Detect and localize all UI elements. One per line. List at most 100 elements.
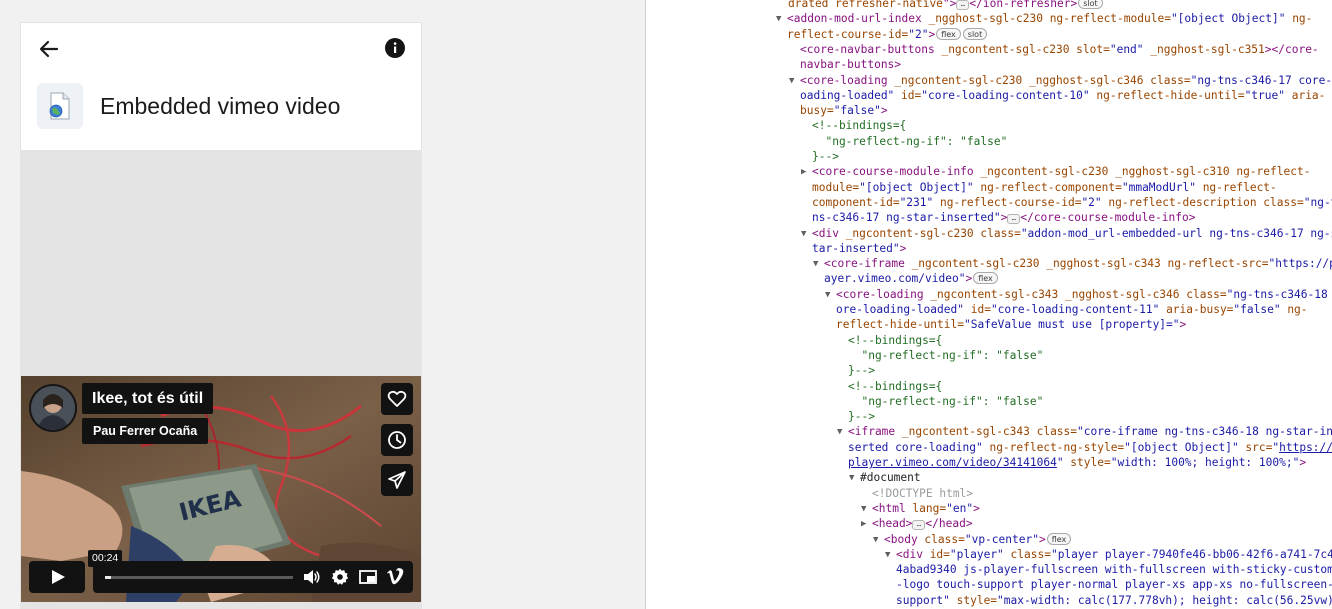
dom-node-line[interactable]: ▼ <html lang="en"> [646, 501, 1332, 516]
collapsed-content-icon[interactable]: … [912, 520, 926, 531]
vimeo-player[interactable]: IKEA Ikee, tot és útil Pau Ferrer Ocaña [21, 376, 421, 602]
share-button[interactable] [381, 464, 413, 496]
dom-token[interactable]: player.vimeo.com/video/34141064 [848, 456, 1057, 469]
expand-triangle-icon[interactable]: ▶ [801, 166, 811, 178]
collapse-triangle-icon[interactable]: ▼ [849, 472, 859, 484]
author-avatar[interactable] [29, 384, 77, 432]
dom-node-line[interactable]: -logo touch-support player-normal player… [646, 577, 1332, 592]
dom-token: aria-busy= [1159, 303, 1234, 316]
dom-node-line[interactable]: reflect-hide-until="SafeValue must use [… [646, 317, 1332, 332]
dom-token: "end" [1109, 42, 1144, 56]
dom-node-line[interactable]: ▼ <body class="vp-center"> flex [646, 532, 1332, 547]
collapse-triangle-icon[interactable]: ▼ [885, 549, 895, 561]
dom-node-line[interactable]: serted core-loading" ng-reflect-ng-style… [646, 440, 1332, 455]
collapse-triangle-icon[interactable]: ▼ [861, 503, 871, 515]
dom-node-line[interactable]: busy="false"> [646, 103, 1332, 118]
dom-node-line[interactable]: }--> [646, 409, 1332, 424]
dom-node-line[interactable]: ▼ <core-loading _ngcontent-sgl-c230 _nggh… [646, 73, 1332, 88]
dom-node-line[interactable]: player.vimeo.com/video/34141064" style="… [646, 455, 1332, 470]
gear-icon[interactable] [331, 568, 349, 586]
dom-node-line[interactable]: ayer.vimeo.com/video"> flex [646, 271, 1332, 286]
dom-node-line[interactable]: "ng-reflect-ng-if": "false" [646, 348, 1332, 363]
dom-token: aria- [1284, 88, 1326, 102]
dom-token: ng-reflect-hide-until= [1089, 88, 1245, 102]
video-title[interactable]: Ikee, tot és útil [82, 383, 214, 414]
dom-node-line[interactable]: <core-navbar-buttons _ngcontent-sgl-c230… [646, 42, 1332, 57]
dom-token: "false" [1233, 303, 1281, 316]
collapse-triangle-icon[interactable]: ▼ [789, 75, 799, 87]
dom-token: lang= [912, 501, 947, 515]
collapse-triangle-icon[interactable]: ▼ [813, 258, 823, 270]
collapse-triangle-icon[interactable]: ▼ [776, 13, 786, 25]
like-button[interactable] [381, 383, 413, 415]
dom-node-line[interactable]: ▼ <addon-mod-url-index _ngghost-sgl-c230 … [646, 11, 1332, 26]
dom-node-line[interactable]: <!--bindings={ [646, 118, 1332, 133]
dom-node-line[interactable]: ▶ <head>… </head> [646, 516, 1332, 531]
slot-badge[interactable]: slot [962, 27, 988, 40]
dom-node-line[interactable]: }--> [646, 149, 1332, 164]
heart-icon [387, 390, 407, 407]
dom-token: <!DOCTYPE html> [872, 486, 974, 500]
collapse-triangle-icon[interactable]: ▼ [801, 228, 811, 240]
flex-badge[interactable]: flex [973, 272, 998, 285]
slot-badge[interactable]: slot [1078, 0, 1103, 9]
progress-bar[interactable] [105, 576, 293, 579]
collapse-triangle-icon[interactable]: ▼ [837, 426, 847, 438]
flex-badge[interactable]: flex [936, 27, 961, 40]
devtools-elements-panel: drated refresher-native">… </ion-refreshe… [645, 0, 1332, 609]
dom-token: id= [929, 547, 950, 561]
expand-triangle-icon[interactable]: ▶ [861, 518, 871, 530]
collapse-triangle-icon[interactable]: ▼ [825, 289, 835, 301]
dom-token[interactable]: https:// [1279, 441, 1332, 454]
dom-node-line[interactable]: component-id="231" ng-reflect-course-id=… [646, 195, 1332, 210]
dom-node-line[interactable]: ▼ <iframe _ngcontent-sgl-c343 class="core… [646, 424, 1332, 439]
dom-token: ns-c346-17 ng-star-inserted" [812, 211, 1001, 225]
dom-node-line[interactable]: ▼ <core-loading _ngcontent-sgl-c343 _nggh… [646, 287, 1332, 302]
info-button[interactable] [384, 37, 406, 59]
volume-icon[interactable] [303, 568, 321, 586]
dom-node-line[interactable]: oading-loaded" id="core-loading-content-… [646, 88, 1332, 103]
time-tooltip: 00:24 [88, 550, 123, 567]
collapse-triangle-icon[interactable]: ▼ [873, 534, 883, 546]
play-button[interactable] [29, 561, 85, 593]
dom-token: oading-loaded" [800, 88, 895, 102]
flex-badge[interactable]: flex [1046, 532, 1072, 545]
dom-node-line[interactable]: tar-inserted"> [646, 241, 1332, 256]
dom-node-line[interactable]: ▼ <div id="player" class="player player-7… [646, 547, 1332, 562]
dom-node-line[interactable]: <!--bindings={ [646, 379, 1332, 394]
dom-token: _ngcontent-sgl-c230 _ngghost-sgl-c310 ng… [980, 165, 1311, 179]
video-byline[interactable]: Pau Ferrer Ocaña [82, 418, 209, 444]
dom-token: <core-course-module-info [812, 165, 981, 179]
dom-node-line[interactable]: module="[object Object]" ng-reflect-comp… [646, 180, 1332, 195]
dom-node-line[interactable]: navbar-buttons> [646, 57, 1332, 72]
dom-node-line[interactable]: ▶ <core-course-module-info _ngcontent-sgl… [646, 164, 1332, 179]
dom-node-line[interactable]: ▼ #document [646, 470, 1332, 485]
url-module-icon [37, 83, 83, 129]
picture-in-picture-icon[interactable] [359, 568, 377, 586]
dom-node-line[interactable]: "ng-reflect-ng-if": "false" [646, 394, 1332, 409]
dom-node-line[interactable]: ▼ <core-iframe _ngcontent-sgl-c230 _nggho… [646, 256, 1332, 271]
watch-later-button[interactable] [381, 424, 413, 456]
app-viewport: Embedded vimeo video IKEA Ikee, tot és ú… [0, 0, 645, 609]
dom-token: "ng-reflect-ng-if": "false" [848, 348, 1044, 362]
dom-node-line[interactable]: ns-c346-17 ng-star-inserted">… </core-cou… [646, 210, 1332, 225]
dom-node-line[interactable]: 4abad9340 js-player-fullscreen with-full… [646, 562, 1332, 577]
dom-node-line[interactable]: ore-loading-loaded" id="core-loading-con… [646, 302, 1332, 317]
dom-node-line[interactable]: support" style="max-width: calc(177.778v… [646, 593, 1332, 608]
dom-token: > [880, 104, 888, 118]
dom-token: support" [896, 593, 950, 607]
dom-node-line[interactable]: "ng-reflect-ng-if": "false" [646, 134, 1332, 149]
dom-node-line[interactable]: <!DOCTYPE html> [646, 486, 1332, 501]
dom-node-line[interactable]: reflect-course-id="2"> flex slot [646, 27, 1332, 42]
dom-node-line[interactable]: }--> [646, 363, 1332, 378]
dom-token: tar-inserted" [812, 241, 900, 255]
back-button[interactable] [37, 37, 61, 61]
dom-token: ng-reflect- [1195, 180, 1277, 194]
dom-node-line[interactable]: ▼ <div _ngcontent-sgl-c230 class="addon-m… [646, 226, 1332, 241]
collapsed-content-icon[interactable]: … [956, 0, 970, 10]
dom-token: "ng-reflect-ng-if": "false" [812, 134, 1008, 148]
collapsed-content-icon[interactable]: … [1007, 214, 1021, 225]
dom-node-line[interactable]: drated refresher-native">… </ion-refreshe… [646, 0, 1332, 11]
dom-node-line[interactable]: <!--bindings={ [646, 333, 1332, 348]
vimeo-logo-icon[interactable] [386, 568, 406, 586]
